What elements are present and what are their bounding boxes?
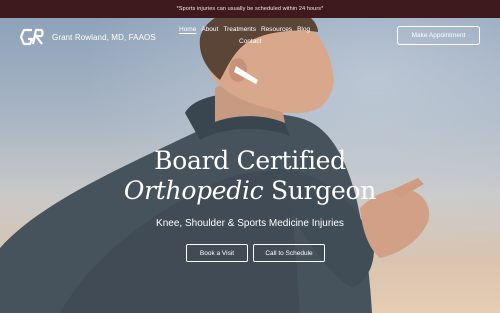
- nav-resources[interactable]: Resources: [261, 26, 292, 33]
- make-appointment-button[interactable]: Make Appointment: [397, 26, 480, 45]
- brand-logo[interactable]: Grant Rowland, MD, FAAOS: [20, 28, 156, 46]
- announcement-text: *Sports injuries can usually be schedule…: [176, 6, 324, 12]
- nav-treatments[interactable]: Treatments: [223, 26, 256, 33]
- nav-blog[interactable]: Blog: [297, 26, 310, 33]
- main-nav: Home About Treatments Resources Blog Con…: [179, 26, 319, 45]
- brand-name: Grant Rowland, MD, FAAOS: [52, 32, 156, 42]
- hero-headline: Board Certified Orthopedic Surgeon: [110, 146, 390, 206]
- headline-line-2: Orthopedic Surgeon: [110, 176, 390, 206]
- announcement-bar: *Sports injuries can usually be schedule…: [0, 0, 500, 18]
- headline-line-1: Board Certified: [154, 146, 346, 175]
- gr-monogram-icon: [20, 28, 44, 46]
- headline-rest: Surgeon: [263, 176, 377, 205]
- call-to-schedule-button[interactable]: Call to Schedule: [253, 244, 325, 262]
- headline-italic: Orthopedic: [123, 176, 264, 205]
- nav-contact[interactable]: Contact: [239, 38, 261, 45]
- nav-home[interactable]: Home: [179, 26, 196, 33]
- book-visit-button[interactable]: Book a Visit: [186, 244, 248, 262]
- nav-about[interactable]: About: [201, 26, 218, 33]
- hero-subtitle: Knee, Shoulder & Sports Medicine Injurie…: [156, 218, 344, 229]
